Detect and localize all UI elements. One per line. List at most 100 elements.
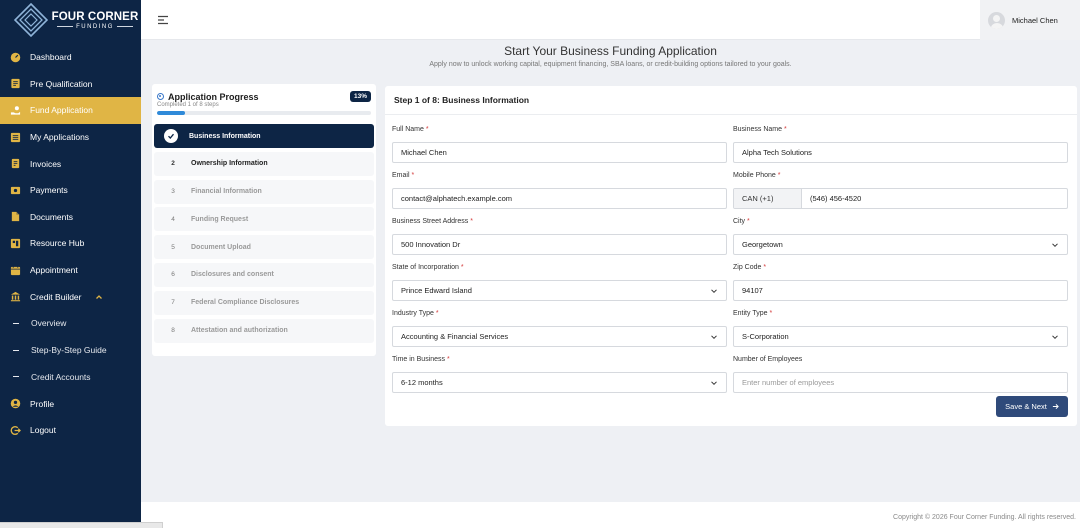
step-number: 8 xyxy=(171,327,175,335)
form-title: Step 1 of 8: Business Information xyxy=(385,86,1077,115)
time-in-business-group: Time in Business * 6-12 months xyxy=(392,356,727,393)
profile-icon xyxy=(10,398,21,409)
full-name-input[interactable]: Michael Chen xyxy=(392,142,727,163)
email-label: Email * xyxy=(392,172,415,179)
sidebar: FOUR CORNER FUNDING Dashboard Pre Qualif… xyxy=(0,0,141,528)
brand[interactable]: FOUR CORNER FUNDING xyxy=(0,0,141,40)
step-label: Funding Request xyxy=(191,215,249,223)
email-group: Email * contact@alphatech.example.com xyxy=(392,172,727,209)
industry-group: Industry Type * Accounting & Financial S… xyxy=(392,310,727,347)
sidebar-subitem-credit-accounts[interactable]: Credit Accounts xyxy=(0,364,141,391)
step-ownership-information[interactable]: 2 Ownership Information xyxy=(154,151,374,176)
chevron-down-icon xyxy=(711,381,717,386)
employees-label: Number of Employees xyxy=(733,356,803,363)
sidebar-subitem-label: Overview xyxy=(31,318,67,329)
industry-label: Industry Type * xyxy=(392,310,439,317)
sidebar-nav: Dashboard Pre Qualification Fund Applica… xyxy=(0,44,141,444)
brand-sub: FUNDING xyxy=(76,23,114,30)
sidebar-subitem-step-by-step-guide[interactable]: Step-By-Step Guide xyxy=(0,337,141,364)
check-icon xyxy=(164,129,178,143)
page-subtitle: Apply now to unlock working capital, equ… xyxy=(429,61,792,68)
sidebar-item-label: My Applications xyxy=(30,132,90,143)
step-attestation-and-authorization[interactable]: 8 Attestation and authorization xyxy=(154,318,374,343)
steps-list: Business Information 2 Ownership Informa… xyxy=(152,124,376,343)
step-federal-compliance-disclosures[interactable]: 7 Federal Compliance Disclosures xyxy=(154,290,374,315)
sidebar-item-logout[interactable]: Logout xyxy=(0,417,141,444)
sidebar-item-label: Pre Qualification xyxy=(30,78,93,89)
step-funding-request[interactable]: 4 Funding Request xyxy=(154,207,374,232)
business-name-label: Business Name * xyxy=(733,126,787,133)
mobile-phone-group: Mobile Phone * CAN (+1) (546) 456-4520 xyxy=(733,172,1068,209)
step-number: 5 xyxy=(171,243,175,251)
sidebar-item-label: Profile xyxy=(30,398,55,409)
full-name-label: Full Name * xyxy=(392,126,429,133)
invoice-icon xyxy=(10,158,21,169)
step-label: Document Upload xyxy=(191,243,251,251)
sidebar-item-fund-application[interactable]: Fund Application xyxy=(0,97,141,124)
mobile-phone-field: CAN (+1) (546) 456-4520 xyxy=(733,188,1068,209)
calendar-icon xyxy=(10,265,21,276)
folder-icon xyxy=(10,211,21,222)
step-financial-information[interactable]: 3 Financial Information xyxy=(154,179,374,204)
business-name-input[interactable]: Alpha Tech Solutions xyxy=(733,142,1068,163)
step-label: Ownership Information xyxy=(191,160,268,168)
time-in-business-label: Time in Business * xyxy=(392,356,450,363)
logo-icon xyxy=(14,3,48,37)
logout-icon xyxy=(10,425,21,436)
step-number: 4 xyxy=(171,215,175,223)
step-document-upload[interactable]: 5 Document Upload xyxy=(154,235,374,260)
step-disclosures-and-consent[interactable]: 6 Disclosures and consent xyxy=(154,262,374,287)
mobile-phone-input[interactable]: (546) 456-4520 xyxy=(802,189,1067,208)
city-select[interactable]: Georgetown xyxy=(733,234,1068,255)
user-menu[interactable]: Michael Chen xyxy=(980,0,1080,40)
progress-indicator-icon xyxy=(157,93,164,100)
sidebar-item-resource-hub[interactable]: Resource Hub xyxy=(0,230,141,257)
state-group: State of Incorporation * Prince Edward I… xyxy=(392,264,727,301)
sidebar-item-documents[interactable]: Documents xyxy=(0,204,141,231)
sidebar-item-payments[interactable]: Payments xyxy=(0,177,141,204)
dash-icon xyxy=(13,322,19,324)
page-title: Start Your Business Funding Application xyxy=(504,44,717,58)
sidebar-subitem-overview[interactable]: Overview xyxy=(0,310,141,337)
step-label: Business Information xyxy=(189,132,261,140)
chevron-down-icon xyxy=(711,335,717,340)
sidebar-subitem-label: Credit Accounts xyxy=(31,371,91,382)
state-select[interactable]: Prince Edward Island xyxy=(392,280,727,301)
street-address-input[interactable]: 500 Innovation Dr xyxy=(392,234,727,255)
sidebar-item-invoices[interactable]: Invoices xyxy=(0,150,141,177)
hand-coins-icon xyxy=(10,105,21,116)
bank-icon xyxy=(10,291,21,302)
entity-label: Entity Type * xyxy=(733,310,773,317)
sidebar-item-dashboard[interactable]: Dashboard xyxy=(0,44,141,71)
entity-type-select[interactable]: S-Corporation xyxy=(733,326,1068,347)
sidebar-item-pre-qualification[interactable]: Pre Qualification xyxy=(0,71,141,98)
brand-name: FOUR CORNER xyxy=(51,10,139,23)
sidebar-item-label: Invoices xyxy=(30,158,62,169)
chevron-up-icon xyxy=(95,294,102,299)
save-and-next-button[interactable]: Save & Next xyxy=(996,396,1068,417)
sidebar-item-my-applications[interactable]: My Applications xyxy=(0,124,141,151)
topbar: Michael Chen xyxy=(141,0,1080,40)
industry-type-select[interactable]: Accounting & Financial Services xyxy=(392,326,727,347)
progress-title: Application Progress xyxy=(168,91,259,102)
list-icon xyxy=(10,132,21,143)
city-group: City * Georgetown xyxy=(733,218,1068,255)
sidebar-item-appointment[interactable]: Appointment xyxy=(0,257,141,284)
avatar xyxy=(988,11,1005,29)
zip-code-input[interactable]: 94107 xyxy=(733,280,1068,301)
step-business-information[interactable]: Business Information xyxy=(154,124,374,148)
browser-status-bar xyxy=(0,522,163,528)
mobile-phone-label: Mobile Phone * xyxy=(733,172,781,179)
step-label: Financial Information xyxy=(191,188,262,196)
step-label: Attestation and authorization xyxy=(191,327,288,335)
sidebar-item-profile[interactable]: Profile xyxy=(0,390,141,417)
email-input[interactable]: contact@alphatech.example.com xyxy=(392,188,727,209)
sidebar-item-credit-builder[interactable]: Credit Builder xyxy=(0,283,141,310)
time-in-business-select[interactable]: 6-12 months xyxy=(392,372,727,393)
step-number: 7 xyxy=(171,299,175,307)
employees-group: Number of Employees Enter number of empl… xyxy=(733,356,1068,393)
country-code-select[interactable]: CAN (+1) xyxy=(734,189,802,208)
dashboard-icon xyxy=(10,52,21,63)
number-of-employees-input[interactable]: Enter number of employees xyxy=(733,372,1068,393)
menu-icon[interactable] xyxy=(157,14,169,26)
